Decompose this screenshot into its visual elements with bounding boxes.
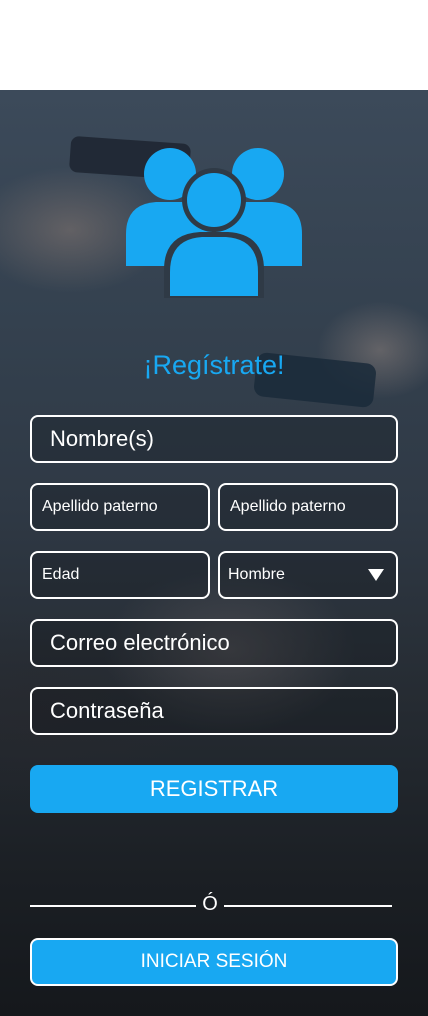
register-screen: ¡Regístrate! Hombre REGISTRAR Ó INICIAR … bbox=[0, 0, 428, 1016]
contrasena-field[interactable] bbox=[30, 687, 398, 735]
edad-input[interactable] bbox=[32, 553, 208, 597]
register-button[interactable]: REGISTRAR bbox=[30, 765, 398, 813]
divider-line-right bbox=[224, 905, 392, 907]
dropdown-arrow-icon bbox=[368, 569, 384, 581]
edad-field[interactable] bbox=[30, 551, 210, 599]
nombre-field[interactable] bbox=[30, 415, 398, 463]
contrasena-input[interactable] bbox=[32, 689, 396, 733]
divider-or-text: Ó bbox=[202, 893, 218, 915]
correo-input[interactable] bbox=[32, 621, 396, 665]
correo-field[interactable] bbox=[30, 619, 398, 667]
users-group-icon bbox=[126, 148, 302, 298]
apellido-paterno-input[interactable] bbox=[32, 485, 208, 529]
apellido-paterno-field[interactable] bbox=[30, 483, 210, 531]
page-title: ¡Regístrate! bbox=[143, 350, 285, 380]
sexo-selected-value: Hombre bbox=[228, 566, 285, 583]
sexo-select[interactable]: Hombre bbox=[218, 551, 398, 599]
apellido-materno-input[interactable] bbox=[220, 485, 396, 529]
divider-line-left bbox=[30, 905, 196, 907]
apellido-materno-field[interactable] bbox=[218, 483, 398, 531]
login-button[interactable]: INICIAR SESIÓN bbox=[30, 938, 398, 986]
status-bar-area bbox=[0, 0, 428, 90]
nombre-input[interactable] bbox=[32, 417, 396, 461]
